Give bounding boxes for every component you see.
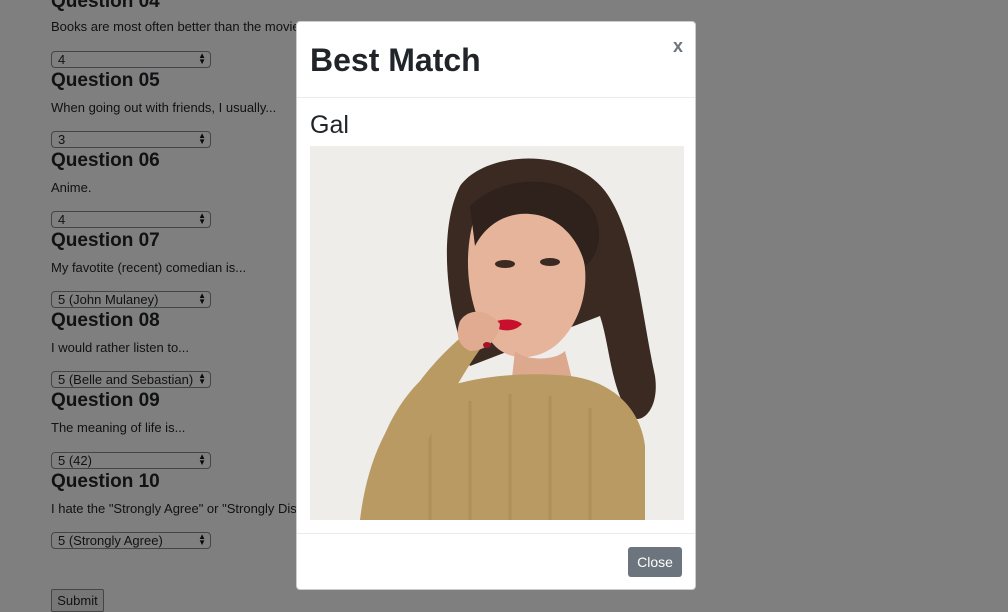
best-match-modal: Best Match x Gal Close (296, 21, 696, 590)
match-name: Gal (310, 111, 349, 139)
modal-title: Best Match (310, 42, 481, 78)
match-photo (310, 146, 684, 520)
modal-header: Best Match x (297, 22, 695, 98)
modal-footer: Close (297, 533, 695, 590)
portrait-illustration (310, 146, 684, 520)
modal-body: Gal (310, 110, 684, 520)
close-button[interactable]: Close (628, 547, 682, 577)
close-icon[interactable]: x (673, 36, 683, 57)
